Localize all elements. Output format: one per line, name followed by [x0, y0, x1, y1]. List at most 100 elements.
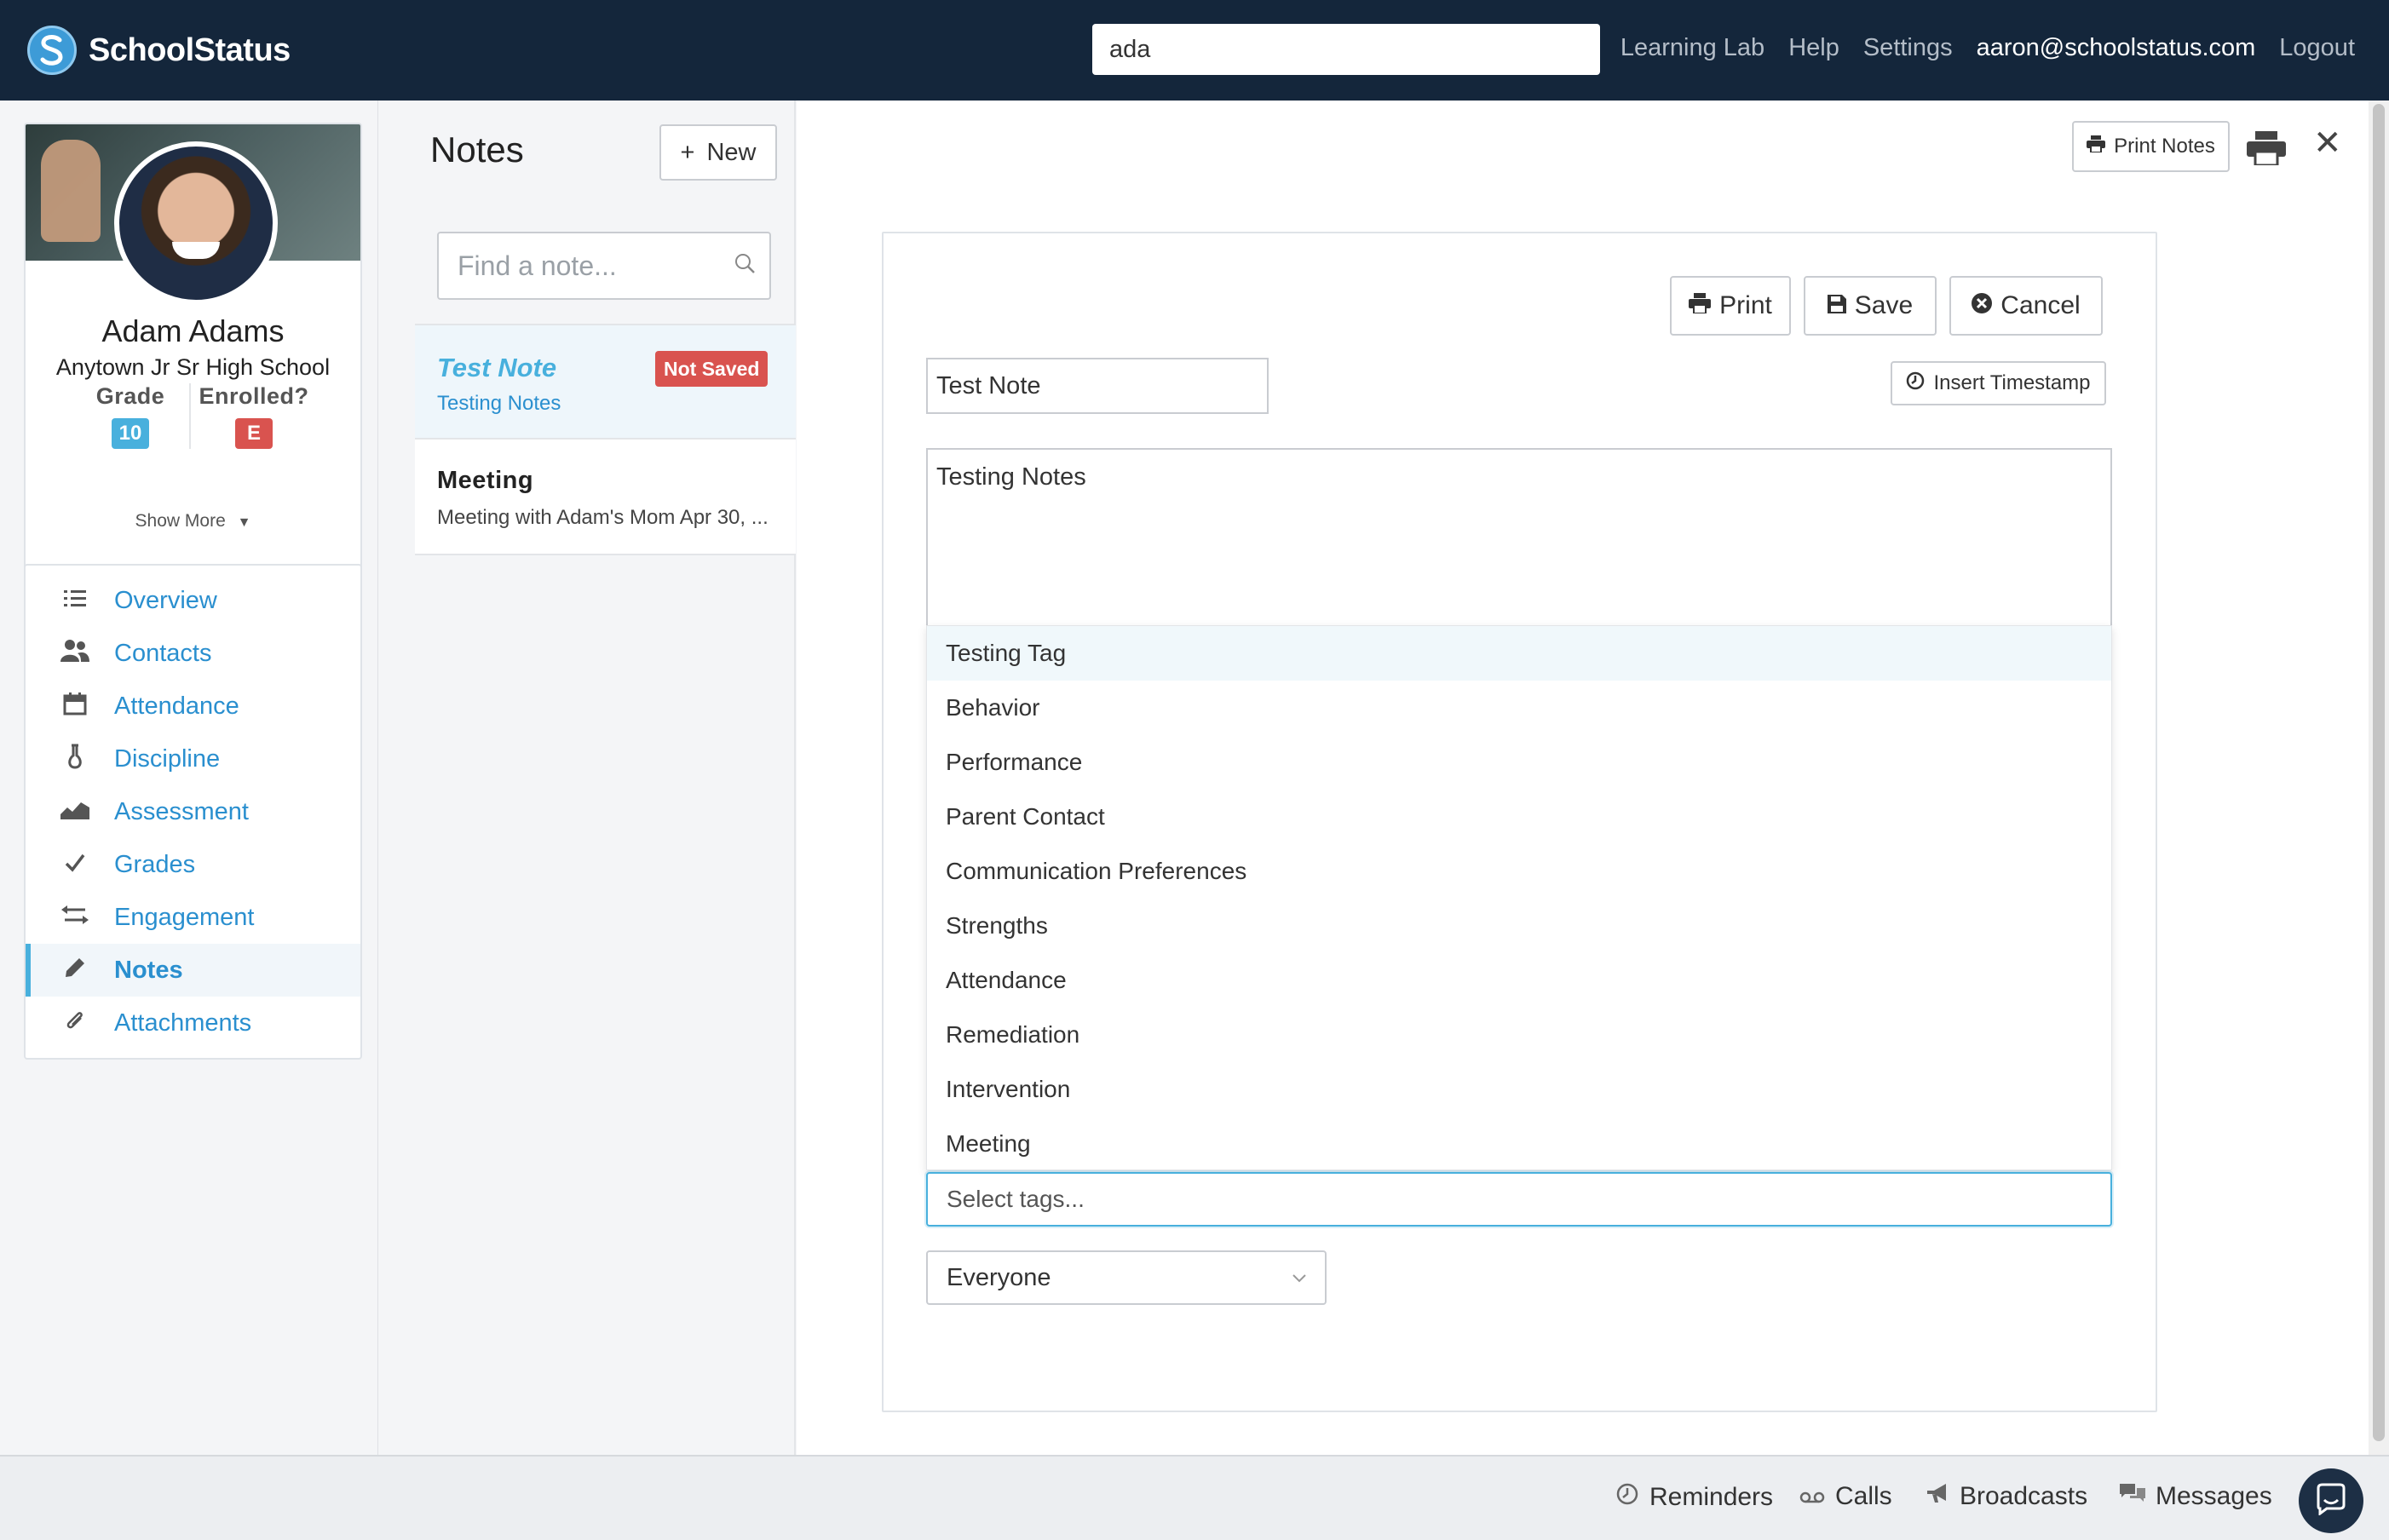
megaphone-icon: [1926, 1482, 1949, 1511]
student-avatar: [114, 141, 278, 305]
top-navbar: SchoolStatus Learning Lab Help Settings …: [0, 0, 2389, 101]
sidebar-item-discipline[interactable]: Discipline: [26, 733, 360, 785]
learning-lab-link[interactable]: Learning Lab: [1620, 34, 1764, 62]
grade-stat: Grade 10: [66, 383, 194, 449]
tag-option[interactable]: Behavior: [927, 681, 2111, 735]
sidebar-item-label: Attachments: [114, 1008, 252, 1037]
tags-select-input[interactable]: [926, 1172, 2112, 1227]
sidebar-item-label: Engagement: [114, 903, 255, 931]
list-icon: [60, 587, 90, 614]
user-email-link[interactable]: aaron@schoolstatus.com: [1977, 34, 2256, 62]
note-title-input[interactable]: [926, 358, 1269, 414]
grade-label: Grade: [95, 383, 165, 409]
sidebar-item-assessment[interactable]: Assessment: [26, 785, 360, 838]
new-note-button[interactable]: + New: [659, 124, 777, 181]
page-scrollbar[interactable]: [2369, 101, 2389, 1455]
calendar-icon: [60, 692, 90, 721]
banner-hand-image: [41, 140, 101, 242]
note-body-textarea[interactable]: Testing Notes: [926, 448, 2112, 627]
tag-option[interactable]: Parent Contact: [927, 790, 2111, 844]
tag-option[interactable]: Strengths: [927, 899, 2111, 953]
save-label: Save: [1854, 291, 1914, 319]
reminders-label: Reminders: [1649, 1483, 1774, 1511]
cancel-button[interactable]: Cancel: [1949, 276, 2103, 336]
area-chart-icon: [60, 798, 90, 825]
calls-button[interactable]: Calls: [1799, 1482, 1892, 1511]
insert-timestamp-button[interactable]: Insert Timestamp: [1891, 361, 2106, 405]
sidebar-item-attendance[interactable]: Attendance: [26, 680, 360, 733]
sidebar-item-label: Discipline: [114, 744, 221, 773]
note-editor-area: Print Notes ✕ Print Save Cancel Test Not…: [797, 101, 2369, 1455]
save-button[interactable]: Save: [1804, 276, 1937, 336]
enrolled-stat: Enrolled? E: [189, 383, 317, 449]
tag-option[interactable]: Testing Tag: [927, 626, 2111, 681]
caret-down-icon: ▼: [237, 515, 251, 530]
chevron-down-icon: [1292, 1269, 1306, 1287]
note-search-input[interactable]: [437, 232, 771, 300]
reminders-button[interactable]: Reminders: [1615, 1482, 1773, 1513]
visibility-value: Everyone: [947, 1263, 1051, 1291]
logout-link[interactable]: Logout: [2279, 34, 2355, 62]
tag-option[interactable]: Attendance: [927, 953, 2111, 1008]
enrolled-badge: E: [235, 418, 273, 449]
sidebar-item-overview[interactable]: Overview: [26, 574, 360, 627]
support-chat-button[interactable]: [2299, 1468, 2363, 1533]
messages-label: Messages: [2156, 1482, 2272, 1510]
tag-option[interactable]: Meeting: [927, 1117, 2111, 1171]
tag-option[interactable]: Performance: [927, 735, 2111, 790]
tag-option[interactable]: Intervention: [927, 1062, 2111, 1117]
sidebar-item-notes[interactable]: Notes: [26, 944, 360, 997]
people-icon: [60, 639, 90, 669]
chat-bubble-icon: [2315, 1483, 2347, 1520]
help-link[interactable]: Help: [1788, 34, 1839, 62]
settings-link[interactable]: Settings: [1863, 34, 1953, 62]
sidebar-item-contacts[interactable]: Contacts: [26, 627, 360, 680]
print-notes-button[interactable]: Print Notes: [2072, 121, 2230, 172]
print-button[interactable]: Print: [1670, 276, 1791, 336]
print-notes-label: Print Notes: [2114, 135, 2215, 158]
note-preview: Testing Notes: [437, 392, 561, 415]
brand[interactable]: SchoolStatus: [27, 26, 291, 75]
note-title: Test Note: [437, 353, 557, 382]
calls-label: Calls: [1835, 1482, 1892, 1510]
printer-icon: [1689, 291, 1712, 320]
tag-option[interactable]: Remediation: [927, 1008, 2111, 1062]
student-nav-menu: Overview Contacts Attendance Discipline …: [24, 564, 362, 1060]
sidebar-item-attachments[interactable]: Attachments: [26, 997, 360, 1049]
messages-button[interactable]: Messages: [2120, 1482, 2272, 1511]
paperclip-icon: [60, 1008, 90, 1039]
sidebar-item-engagement[interactable]: Engagement: [26, 891, 360, 944]
global-search-input[interactable]: [1092, 24, 1600, 75]
insert-timestamp-label: Insert Timestamp: [1933, 371, 2091, 394]
flask-icon: [60, 744, 90, 775]
sidebar-item-label: Assessment: [114, 797, 249, 825]
close-icon[interactable]: ✕: [2313, 126, 2342, 160]
school-name: Anytown Jr Sr High School: [55, 354, 331, 380]
student-name: Adam Adams: [101, 313, 285, 348]
note-title: Meeting: [437, 467, 534, 494]
voicemail-icon: [1799, 1482, 1825, 1511]
sidebar-item-grades[interactable]: Grades: [26, 838, 360, 891]
top-nav-links: Learning Lab Help Settings aaron@schools…: [1597, 34, 2355, 62]
note-list-item[interactable]: Meeting Meeting with Adam's Mom Apr 30, …: [415, 440, 796, 555]
scrollbar-thumb[interactable]: [2373, 104, 2385, 1441]
search-icon[interactable]: [734, 252, 756, 279]
times-circle-icon: [1972, 291, 1993, 320]
grade-badge: 10: [112, 418, 149, 449]
tag-options-dropdown: Testing Tag Behavior Performance Parent …: [926, 625, 2112, 1170]
tag-option[interactable]: Communication Preferences: [927, 844, 2111, 899]
sidebar-item-label: Overview: [114, 586, 217, 614]
student-profile-card: Adam Adams Anytown Jr Sr High School Gra…: [24, 123, 362, 641]
sidebar-item-label: Grades: [114, 850, 196, 878]
notes-list-panel: Notes + New Test Note Testing Notes Not …: [415, 101, 796, 1455]
check-icon: [60, 851, 90, 878]
not-saved-badge: Not Saved: [655, 351, 769, 387]
visibility-select[interactable]: Everyone: [926, 1250, 1327, 1305]
broadcasts-button[interactable]: Broadcasts: [1926, 1482, 2087, 1511]
show-more-label: Show More: [135, 511, 226, 531]
show-more-toggle[interactable]: Show More ▼: [26, 511, 360, 532]
printer-icon[interactable]: [2247, 131, 2286, 170]
pencil-icon: [60, 957, 90, 985]
note-list-item-active[interactable]: Test Note Testing Notes Not Saved: [415, 324, 796, 440]
floppy-disk-icon: [1827, 291, 1846, 320]
